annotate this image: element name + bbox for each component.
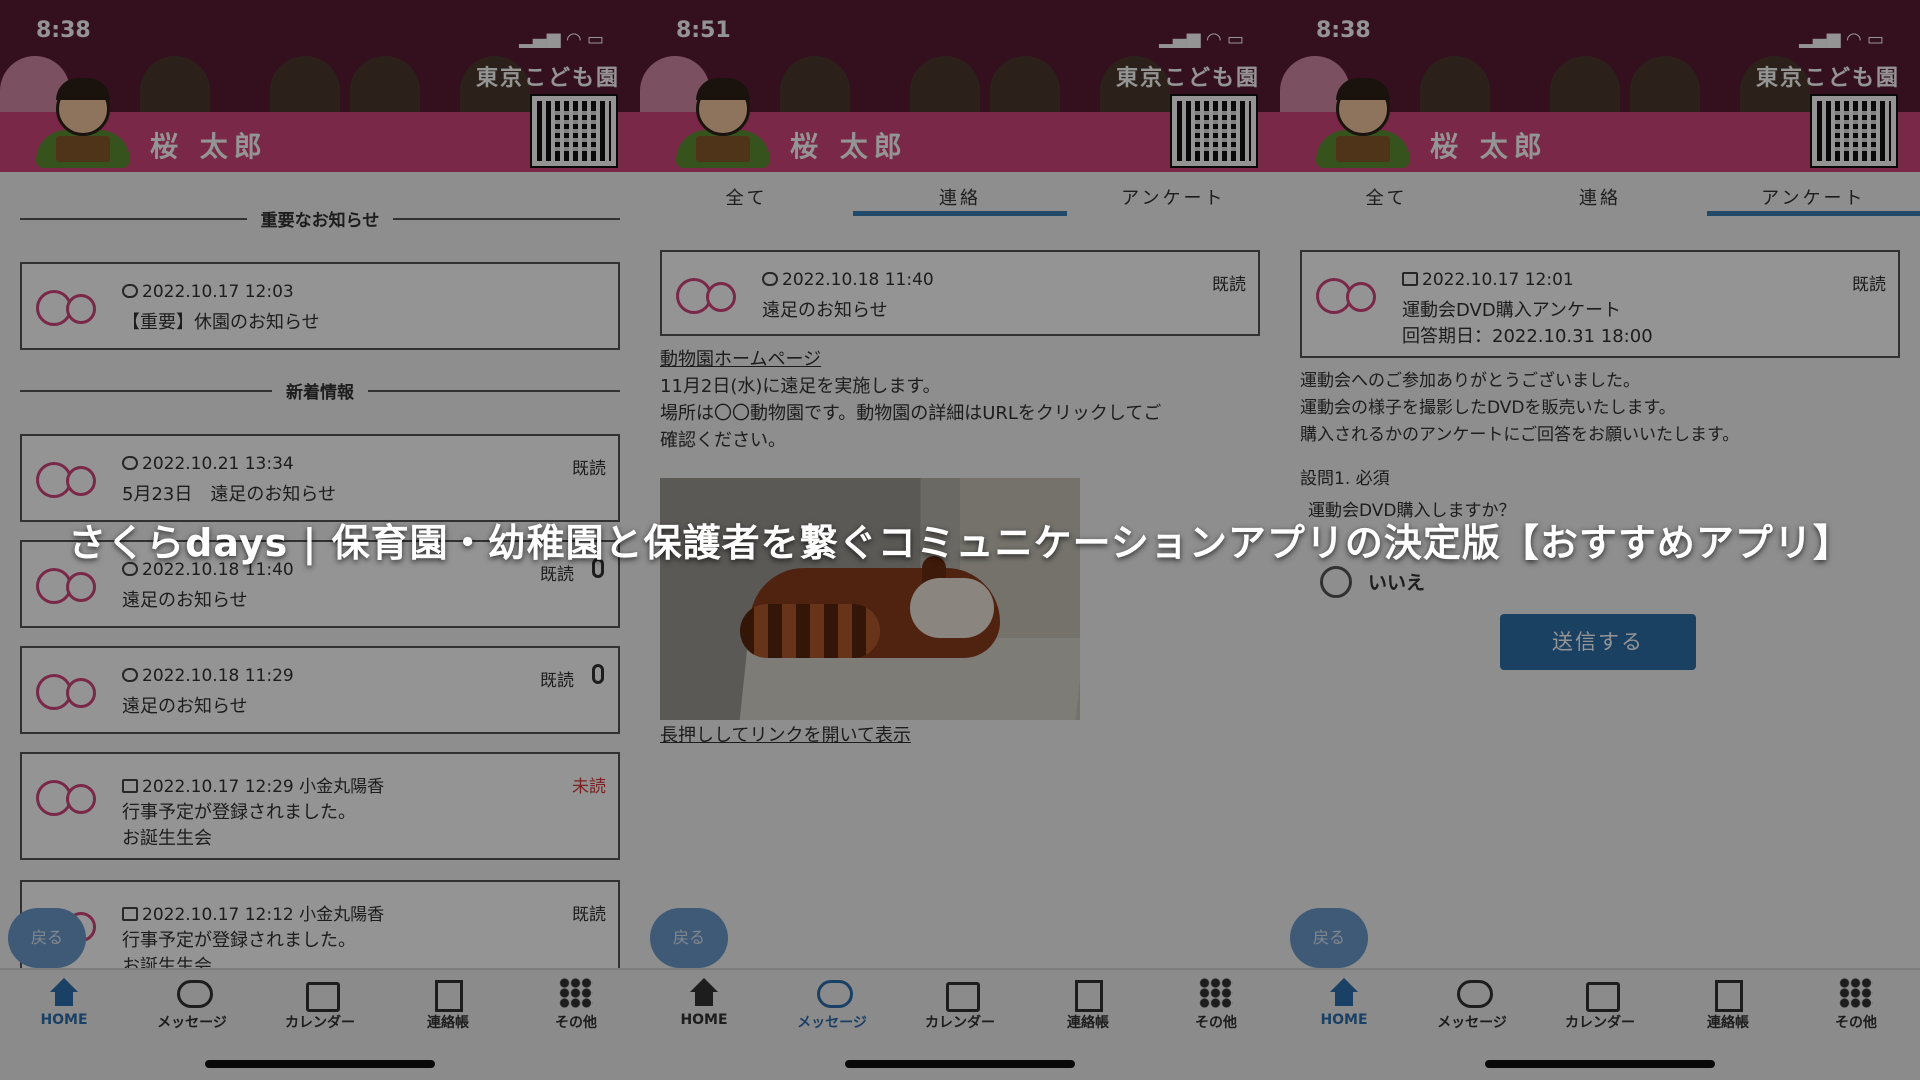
article-caption: さくらdays | 保育園・幼稚園と保護者を繋ぐコミュニケーションアプリの決定版… [68, 521, 1852, 565]
